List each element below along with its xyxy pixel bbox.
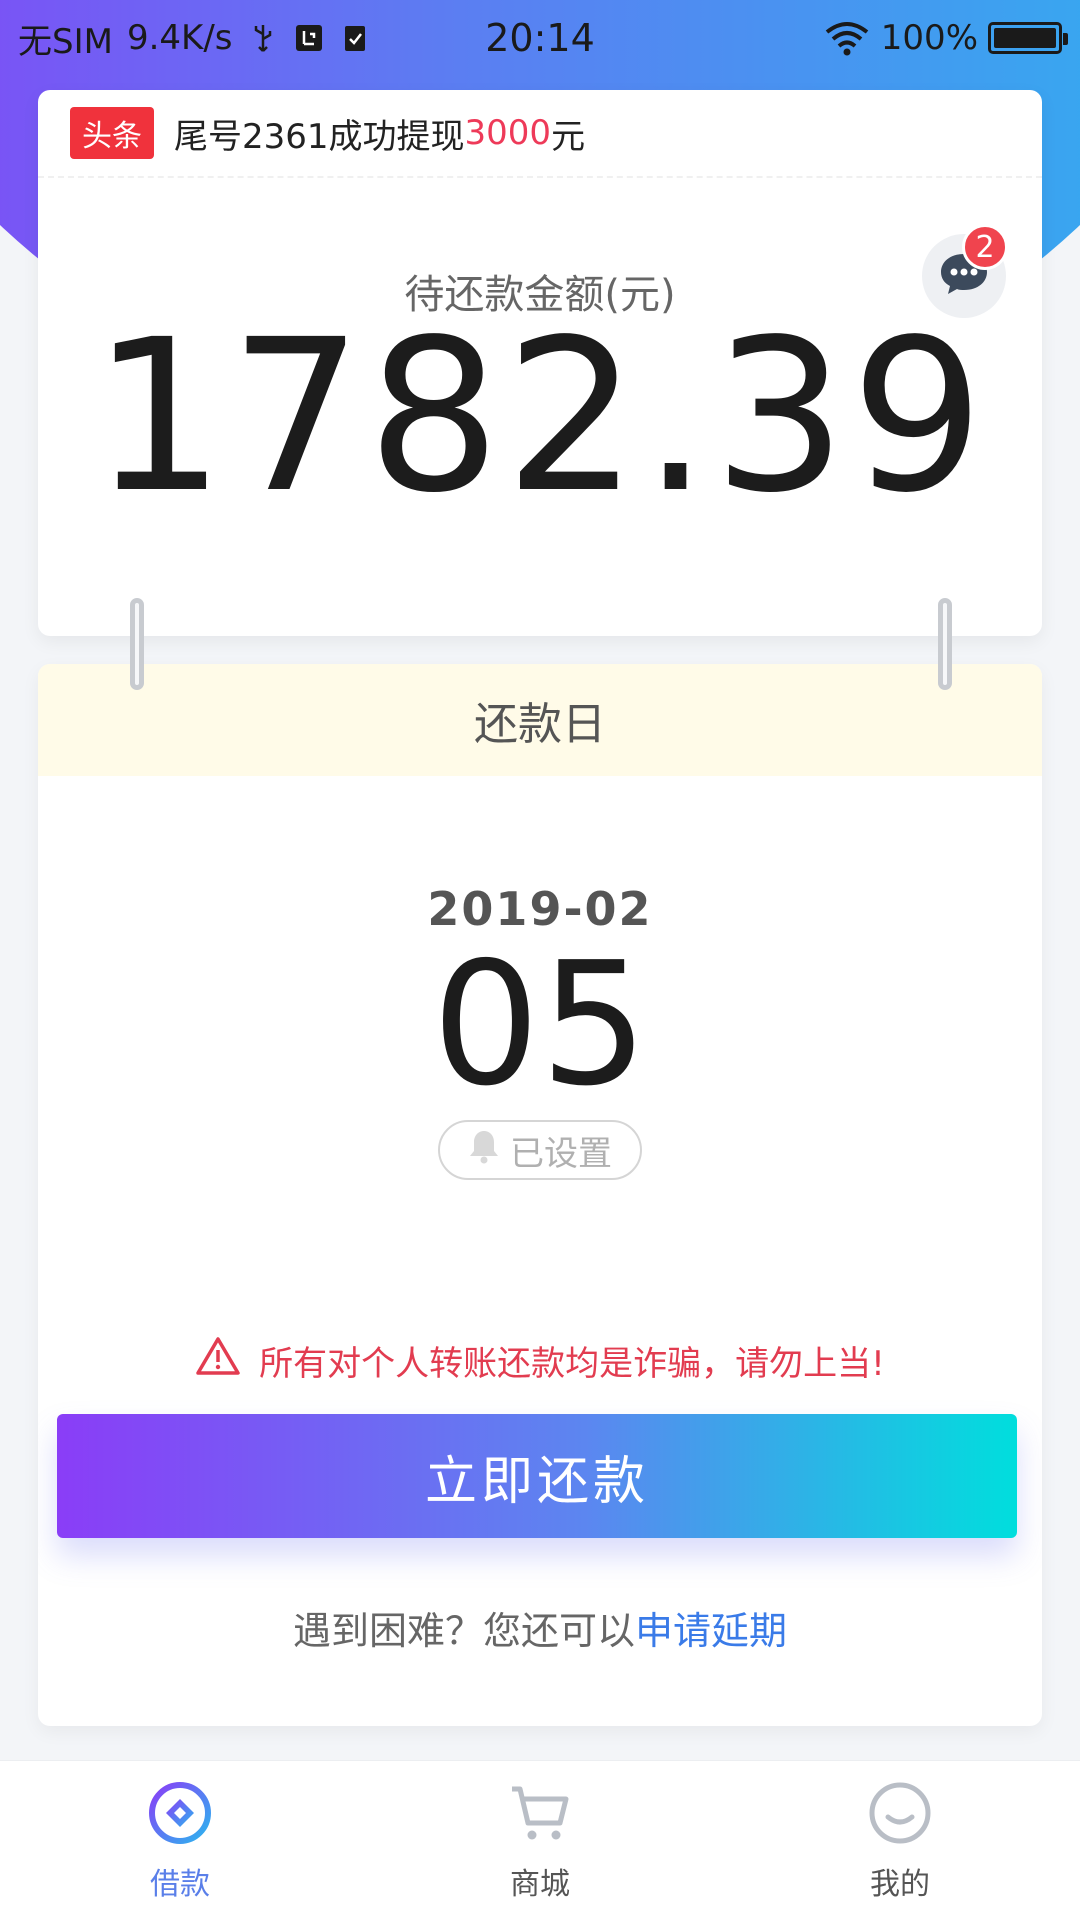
fraud-warning: 所有对个人转账还款均是诈骗，请勿上当!	[38, 1336, 1042, 1385]
wifi-icon	[823, 20, 871, 56]
news-tag: 头条	[70, 107, 154, 159]
due-date-card: 还款日 2019-02 05 已设置 所有对个人转账还款均是诈骗，请勿上当! 立…	[38, 664, 1042, 1726]
network-speed: 9.4K/s	[126, 18, 233, 58]
nav-item-loan[interactable]: 借款	[60, 1779, 300, 1903]
due-day-header: 还款日	[38, 664, 1042, 776]
nav-item-mine[interactable]: 我的	[780, 1779, 1020, 1903]
battery-fill	[994, 28, 1056, 48]
battery-icon	[988, 22, 1068, 54]
cart-icon	[506, 1779, 574, 1851]
status-left: 无SIM 9.4K/s	[18, 14, 438, 63]
bottom-navigation: 借款 商城 我的	[0, 1760, 1080, 1920]
usb-icon	[247, 22, 279, 54]
status-bar: 无SIM 9.4K/s 20:14 100%	[0, 0, 1080, 76]
message-badge: 2	[962, 224, 1008, 270]
warning-triangle-icon	[195, 1336, 241, 1385]
reminder-label: 已设置	[510, 1133, 612, 1174]
binder-ring-left	[130, 598, 144, 690]
nav-label-mall: 商城	[510, 1866, 570, 1902]
bell-icon	[468, 1128, 500, 1173]
news-text-prefix: 尾号2361成功提现	[174, 116, 465, 157]
due-amount-value: 1782.39	[91, 294, 989, 539]
pay-now-button[interactable]: 立即还款	[57, 1414, 1017, 1538]
warning-text: 所有对个人转账还款均是诈骗，请勿上当!	[259, 1344, 885, 1384]
nav-item-mall[interactable]: 商城	[420, 1779, 660, 1903]
nav-label-mine: 我的	[870, 1866, 930, 1902]
clock: 20:14	[485, 16, 595, 60]
news-text-suffix: 元	[551, 116, 586, 157]
nav-label-loan: 借款	[150, 1866, 210, 1902]
news-amount: 3000	[464, 113, 552, 153]
loan-icon	[146, 1779, 214, 1851]
news-ticker[interactable]: 头条 尾号2361成功提现 3000 元	[38, 90, 1042, 178]
smile-icon	[866, 1779, 934, 1851]
usb-debug-icon	[293, 22, 325, 54]
extension-prefix: 遇到困难？您还可以	[292, 1609, 635, 1653]
status-right: 100%	[642, 18, 1068, 58]
carrier-text: 无SIM	[18, 21, 113, 62]
reminder-status-button[interactable]: 已设置	[438, 1120, 642, 1180]
apply-extension-link[interactable]: 申请延期	[635, 1609, 787, 1653]
due-day: 05	[431, 926, 649, 1124]
binder-ring-right	[938, 598, 952, 690]
battery-percent: 100%	[880, 18, 978, 58]
clipboard-check-icon	[339, 22, 371, 54]
extension-row: 遇到困难？您还可以申请延期	[38, 1600, 1042, 1655]
repayment-summary-card: 头条 尾号2361成功提现 3000 元 待还款金额(元) 1782.39 2	[38, 90, 1042, 636]
